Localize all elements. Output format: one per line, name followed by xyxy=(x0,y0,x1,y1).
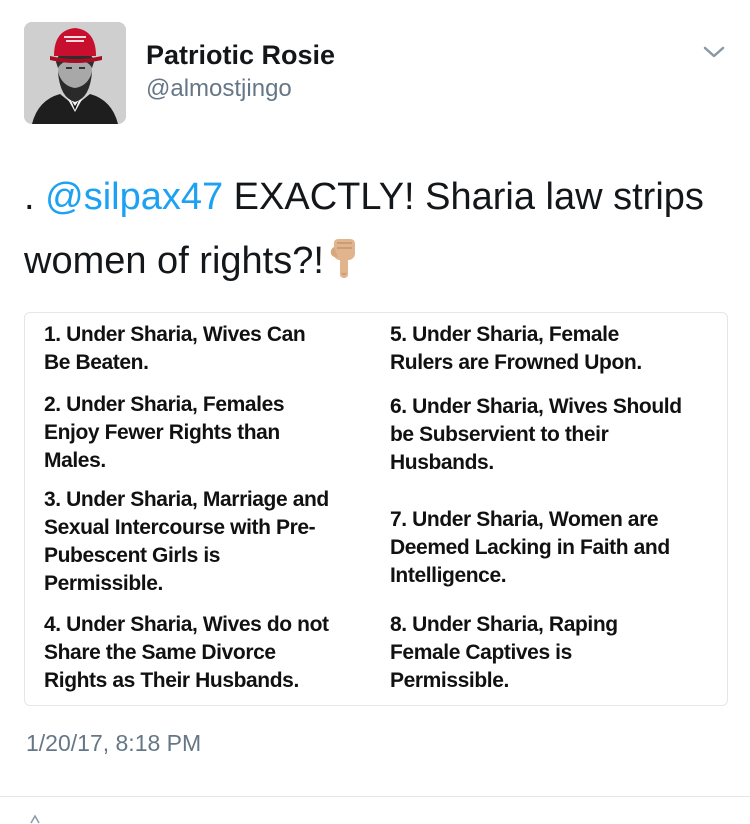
list-item: 8. Under Sharia, Raping Female Captives … xyxy=(390,613,618,692)
tweet-header: Patriotic Rosie @almostjingo xyxy=(24,22,730,126)
list-item: 2. Under Sharia, Females Enjoy Fewer Rig… xyxy=(44,393,285,472)
avatar-image xyxy=(24,22,126,124)
pointing-down-hand-icon xyxy=(330,235,358,299)
divider xyxy=(0,796,750,797)
list-item: 4. Under Sharia, Wives do not Share the … xyxy=(44,613,329,692)
tweet-text-line1: EXACTLY! Sharia law strips xyxy=(223,176,704,218)
list-item: 6. Under Sharia, Wives Should be Subserv… xyxy=(390,395,682,474)
tweet-text-line2: women of rights?! xyxy=(24,240,324,282)
display-name[interactable]: Patriotic Rosie xyxy=(146,40,335,70)
list-item: 1. Under Sharia, Wives Can Be Beaten. xyxy=(44,323,306,374)
reply-icon[interactable] xyxy=(30,814,40,824)
list-item: 3. Under Sharia, Marriage and Sexual Int… xyxy=(44,488,329,595)
chevron-down-icon[interactable] xyxy=(702,44,726,60)
user-handle[interactable]: @almostjingo xyxy=(146,74,335,104)
tweet-timestamp[interactable]: 1/20/17, 8:18 PM xyxy=(26,730,201,757)
avatar[interactable] xyxy=(24,22,126,124)
tweet-prefix: . xyxy=(24,176,46,218)
list-item: 5. Under Sharia, Female Rulers are Frown… xyxy=(390,323,642,374)
user-names: Patriotic Rosie @almostjingo xyxy=(146,40,335,104)
tweet-text: . @silpax47 EXACTLY! Sharia law strips w… xyxy=(24,165,729,299)
list-item: 7. Under Sharia, Women are Deemed Lackin… xyxy=(390,508,670,587)
attached-image[interactable]: 1. Under Sharia, Wives Can Be Beaten. 2.… xyxy=(24,312,728,706)
mention-link[interactable]: @silpax47 xyxy=(45,176,223,218)
